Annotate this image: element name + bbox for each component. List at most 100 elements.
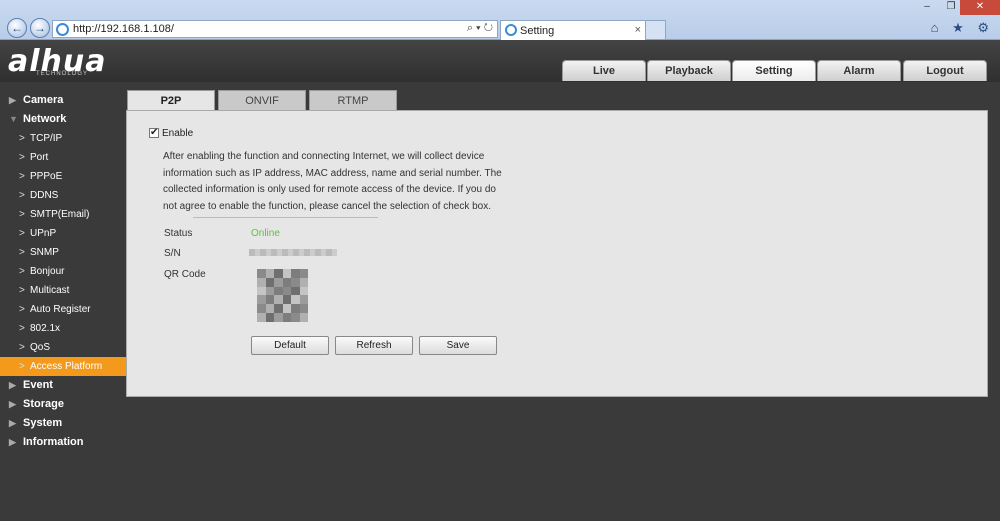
sidebar-item-network[interactable]: ▼ Network <box>0 110 126 129</box>
sidebar-item-label: Auto Register <box>30 304 91 315</box>
nav-playback[interactable]: Playback <box>647 60 731 81</box>
sidebar-item-label: Port <box>30 152 49 163</box>
new-tab-button[interactable] <box>646 20 666 40</box>
chevron-right-icon: > <box>19 304 25 315</box>
chevron-right-icon: > <box>19 152 25 163</box>
expand-arrow-icon: ▶ <box>9 95 16 105</box>
sidebar-item-label: Event <box>23 379 53 391</box>
qr-cell <box>299 277 308 287</box>
sidebar-item-auto-register[interactable]: > Auto Register <box>0 300 126 319</box>
qr-cell <box>291 304 300 314</box>
sidebar-item-access-platform[interactable]: > Access Platform <box>0 357 126 376</box>
nav-alarm[interactable]: Alarm <box>817 60 901 81</box>
sidebar-item-storage[interactable]: ▶ Storage <box>0 395 126 414</box>
sidebar-item-camera[interactable]: ▶ Camera <box>0 91 126 110</box>
address-tools-icons[interactable]: ⌕ ▾ ↻ <box>467 22 493 35</box>
sidebar-item-snmp[interactable]: > SNMP <box>0 243 126 262</box>
enable-checkbox[interactable]: ✔ <box>149 128 159 138</box>
qr-cell <box>257 313 266 322</box>
ie-tab-icon <box>505 24 517 36</box>
qr-cell <box>257 269 266 278</box>
sidebar-item-bonjour[interactable]: > Bonjour <box>0 262 126 281</box>
enable-label: Enable <box>162 128 194 139</box>
chevron-right-icon: > <box>19 342 25 353</box>
sidebar-item-port[interactable]: > Port <box>0 148 126 167</box>
qr-cell <box>274 295 283 305</box>
qr-cell <box>257 295 266 305</box>
restore-button[interactable]: ❐ <box>940 0 962 15</box>
sidebar-item-8021x[interactable]: >802.1x <box>0 319 126 338</box>
default-button[interactable]: Default <box>251 336 329 355</box>
sidebar-item-label: Network <box>23 113 67 125</box>
close-window-button[interactable]: ✕ <box>960 0 1000 15</box>
chevron-right-icon: > <box>19 171 25 182</box>
address-bar[interactable]: http://192.168.1.108/ ⌕ ▾ ↻ <box>52 20 498 38</box>
nav-logout[interactable]: Logout <box>903 60 987 81</box>
qr-cell <box>257 286 266 296</box>
qr-cell <box>282 277 291 287</box>
collapse-arrow-icon: ▼ <box>9 114 18 124</box>
chevron-right-icon: > <box>19 247 25 258</box>
sidebar-item-smtp[interactable]: > SMTP(Email) <box>0 205 126 224</box>
sidebar-item-system[interactable]: ▶ System <box>0 414 126 433</box>
qr-cell <box>299 304 308 314</box>
tab-onvif[interactable]: ONVIF <box>218 90 306 110</box>
qr-cell <box>299 295 308 305</box>
tab-p2p[interactable]: P2P <box>127 90 215 110</box>
nav-setting[interactable]: Setting <box>732 60 816 81</box>
browser-tab-title: Setting <box>520 25 555 37</box>
sidebar-item-label: Multicast <box>30 285 70 296</box>
qr-cell <box>274 269 283 278</box>
privacy-notice: After enabling the function and connecti… <box>163 151 502 212</box>
tab-rtmp[interactable]: RTMP <box>309 90 397 110</box>
qr-cell <box>274 313 283 322</box>
qr-cell <box>299 313 308 322</box>
sidebar-item-ddns[interactable]: > DDNS <box>0 186 126 205</box>
qr-code-image <box>257 269 308 322</box>
save-button[interactable]: Save <box>419 336 497 355</box>
refresh-button[interactable]: Refresh <box>335 336 413 355</box>
sidebar-item-multicast[interactable]: > Multicast <box>0 281 126 300</box>
sidebar-item-event[interactable]: ▶ Event <box>0 376 126 395</box>
sidebar-item-upnp[interactable]: > UPnP <box>0 224 126 243</box>
qr-cell <box>291 313 300 322</box>
qr-cell <box>274 277 283 287</box>
back-button[interactable]: ← <box>7 18 27 38</box>
sidebar-item-label: QoS <box>30 342 51 353</box>
sidebar-item-pppoe[interactable]: > PPPoE <box>0 167 126 186</box>
qr-cell <box>291 269 300 278</box>
qr-cell <box>291 295 300 305</box>
status-value: Online <box>251 228 280 239</box>
expand-arrow-icon: ▶ <box>9 437 16 447</box>
sidebar-item-label: System <box>23 417 63 429</box>
sidebar-item-label: Information <box>23 436 84 448</box>
sidebar-item-information[interactable]: ▶ Information <box>0 433 126 452</box>
minimize-button[interactable]: – <box>916 0 938 15</box>
browser-chrome: – ❐ ✕ ← → http://192.168.1.108/ ⌕ ▾ ↻ Se… <box>0 0 1000 40</box>
qr-cell <box>299 269 308 278</box>
close-tab-icon[interactable]: × <box>635 24 641 36</box>
address-url[interactable]: http://192.168.1.108/ <box>73 23 174 35</box>
sidebar-item-label: DDNS <box>30 190 59 201</box>
sidebar-item-tcpip[interactable]: > TCP/IP <box>0 129 126 148</box>
qr-cell <box>265 269 274 278</box>
sidebar-item-label: SMTP(Email) <box>30 209 90 220</box>
qr-cell <box>282 304 291 314</box>
ie-icon <box>56 23 69 36</box>
browser-toolbar-icons[interactable]: ⌂ ★ ⚙ <box>931 20 994 36</box>
sidebar-item-label: Access Platform <box>30 361 103 372</box>
logo-subtitle: TECHNOLOGY <box>36 71 89 77</box>
qr-cell <box>265 286 274 296</box>
sidebar-item-label: Camera <box>23 94 64 106</box>
sidebar-item-label: Bonjour <box>30 266 65 277</box>
browser-tab-setting[interactable]: Setting × <box>500 20 646 40</box>
qr-cell <box>257 277 266 287</box>
serial-number-redacted <box>249 249 337 256</box>
chevron-right-icon: > <box>19 285 25 296</box>
qr-cell <box>274 304 283 314</box>
sidebar-item-qos[interactable]: > QoS <box>0 338 126 357</box>
forward-button[interactable]: → <box>30 18 50 38</box>
expand-arrow-icon: ▶ <box>9 380 16 390</box>
nav-live[interactable]: Live <box>562 60 646 81</box>
expand-arrow-icon: ▶ <box>9 399 16 409</box>
